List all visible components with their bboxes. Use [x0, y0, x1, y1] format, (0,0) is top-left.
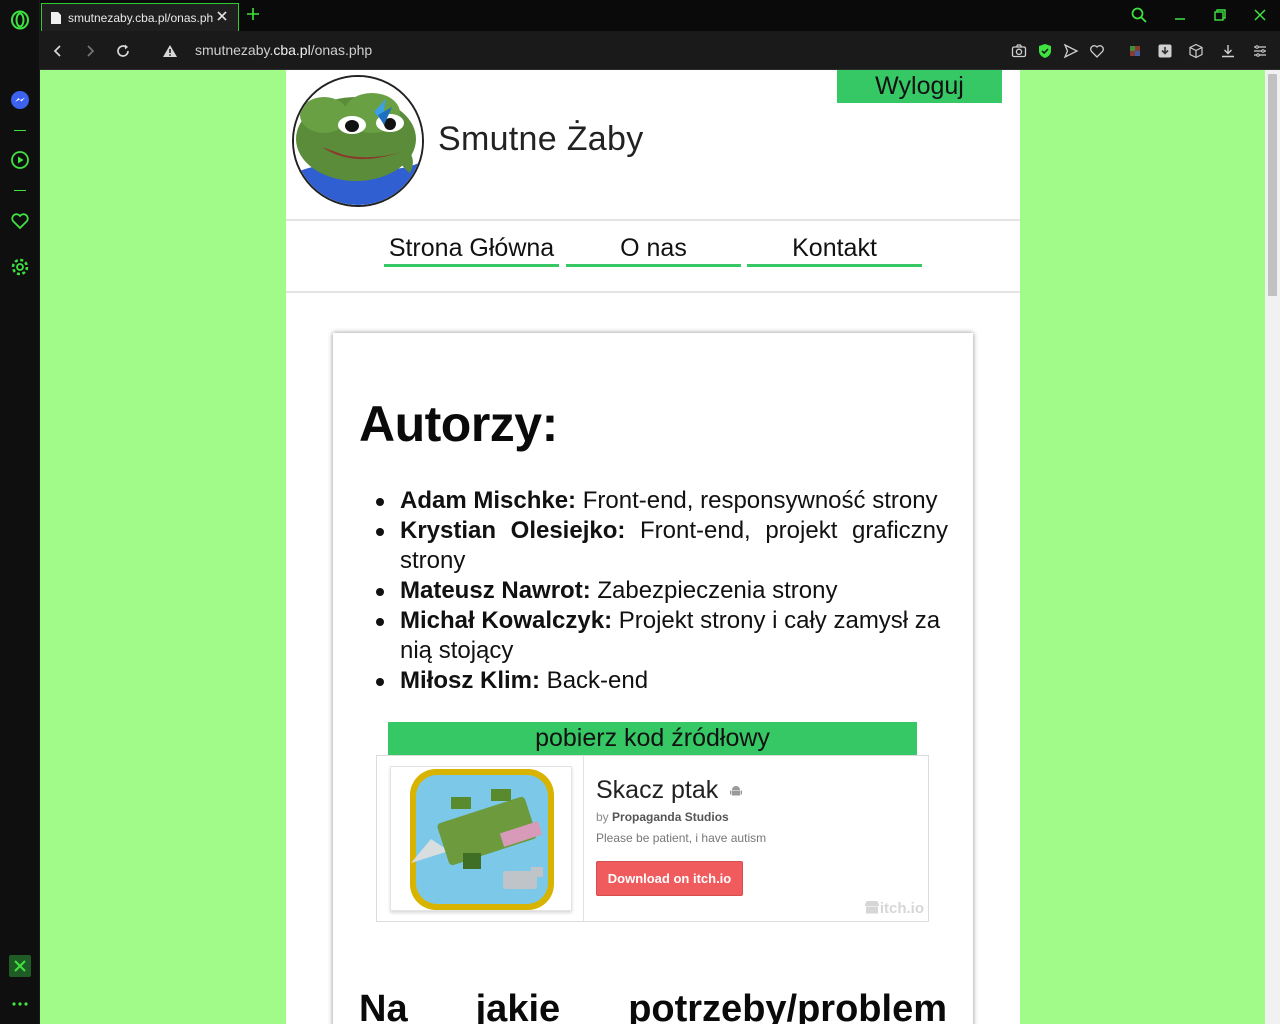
main-nav: Strona Główna O nas Kontakt — [286, 221, 1020, 293]
logout-button[interactable]: Wyloguj — [837, 70, 1002, 103]
game-author-line: by Propaganda Studios — [596, 810, 729, 824]
list-item: Miłosz Klim: Back-end — [376, 666, 948, 696]
nav-about[interactable]: O nas — [566, 233, 741, 267]
site-logo — [292, 75, 424, 207]
game-title[interactable]: Skacz ptak — [596, 776, 743, 805]
nav-home[interactable]: Strona Główna — [384, 233, 559, 267]
game-art-icon — [391, 767, 571, 910]
address-bar: smutnezaby.cba.pl/onas.php — [40, 31, 1280, 70]
warning-icon[interactable] — [160, 41, 180, 61]
itch-logo-icon — [864, 901, 879, 914]
authors-heading: Autorzy: — [359, 396, 558, 452]
forward-icon[interactable] — [80, 41, 100, 61]
list-item: Krystian Olesiejko: Front-end, projekt g… — [376, 516, 948, 576]
url-prefix: smutnezaby. — [195, 42, 274, 58]
game-title-text: Skacz ptak — [596, 776, 719, 804]
content-card: Autorzy: Adam Mischke: Front-end, respon… — [333, 333, 973, 1024]
authors-list: Adam Mischke: Front-end, responsywność s… — [376, 486, 948, 696]
game-thumbnail[interactable] — [390, 766, 572, 911]
page-viewport: Smutne Żaby Wyloguj Strona Główna O nas … — [40, 70, 1280, 1024]
download-itch-button[interactable]: Download on itch.io — [596, 861, 743, 896]
opera-logo-icon[interactable] — [9, 9, 31, 31]
game-description: Please be patient, i have autism — [596, 831, 767, 845]
send-icon[interactable] — [1061, 41, 1081, 61]
author-name: Miłosz Klim: — [400, 667, 541, 694]
list-item: Mateusz Nawrot: Zabezpieczenia strony — [376, 576, 948, 606]
itch-brand-text: itch.io — [879, 900, 924, 917]
bookmark-heart-icon[interactable] — [1087, 41, 1107, 61]
more-icon[interactable] — [9, 993, 31, 1015]
url-domain: cba.pl — [273, 42, 311, 58]
tab-strip: smutnezaby.cba.pl/onas.php — [40, 0, 1280, 31]
author-name: Michał Kowalczyk: — [400, 607, 613, 634]
box-icon[interactable] — [1186, 41, 1206, 61]
restore-icon[interactable] — [1210, 5, 1230, 25]
extension-icon[interactable] — [9, 955, 31, 977]
downloads-icon[interactable] — [1218, 41, 1238, 61]
android-icon — [730, 786, 743, 796]
itch-thumbnail-frame — [377, 756, 584, 921]
page-icon — [51, 11, 61, 24]
back-icon[interactable] — [48, 41, 68, 61]
messenger-icon[interactable] — [9, 89, 31, 111]
sidebar-separator — [14, 190, 26, 191]
author-role: Front-end, responsywność strony — [576, 487, 938, 514]
next-section-heading: Na jakie potrzeby/problem — [359, 988, 947, 1024]
nav-contact[interactable]: Kontakt — [747, 233, 922, 267]
download-source-button[interactable]: pobierz kod źródłowy — [388, 722, 917, 755]
adblock-shield-icon[interactable] — [1035, 41, 1055, 61]
minimize-icon[interactable] — [1170, 5, 1190, 25]
sad-frog-logo-icon — [294, 77, 422, 205]
download-ext-icon[interactable] — [1155, 41, 1175, 61]
page-scrollbar[interactable] — [1265, 70, 1280, 1024]
browser-sidebar — [0, 0, 40, 1024]
scrollbar-thumb[interactable] — [1268, 74, 1277, 296]
player-icon[interactable] — [9, 149, 31, 171]
author-name: Krystian Olesiejko: — [400, 517, 626, 544]
list-item: Adam Mischke: Front-end, responsywność s… — [376, 486, 948, 516]
tab-active[interactable]: smutnezaby.cba.pl/onas.php — [41, 3, 239, 31]
heart-icon[interactable] — [9, 210, 31, 232]
browser-window: smutnezaby.cba.pl/onas.php smutnezaby.cb… — [0, 0, 1280, 1024]
sidebar-separator — [14, 130, 26, 131]
itch-widget: Skacz ptak by Propaganda Studios Please … — [376, 755, 929, 922]
easy-setup-icon[interactable] — [1250, 41, 1270, 61]
url-path: /onas.php — [310, 42, 373, 58]
snapshot-icon[interactable] — [1009, 41, 1029, 61]
itch-brand[interactable]: itch.io — [864, 900, 924, 917]
by-prefix: by — [596, 810, 609, 824]
page-container: Smutne Żaby Wyloguj Strona Główna O nas … — [286, 70, 1020, 1024]
search-tabs-icon[interactable] — [1129, 5, 1149, 25]
extension-cube-icon[interactable] — [1125, 41, 1145, 61]
author-role: Zabezpieczenia strony — [590, 577, 838, 604]
url-field[interactable]: smutnezaby.cba.pl/onas.php — [195, 42, 372, 58]
new-tab-icon[interactable] — [244, 5, 262, 23]
site-title: Smutne Żaby — [438, 120, 644, 158]
site-header: Smutne Żaby Wyloguj — [286, 70, 1020, 221]
tab-title: smutnezaby.cba.pl/onas.php — [68, 10, 213, 25]
close-tab-icon[interactable] — [215, 9, 229, 23]
close-window-icon[interactable] — [1250, 5, 1270, 25]
reload-icon[interactable] — [113, 41, 133, 61]
author-name: Mateusz Nawrot: — [400, 577, 591, 604]
author-role: Back-end — [540, 667, 649, 694]
settings-icon[interactable] — [9, 256, 31, 278]
list-item: Michał Kowalczyk: Projekt strony i cały … — [376, 606, 948, 666]
author-name: Adam Mischke: — [400, 487, 577, 514]
game-author[interactable]: Propaganda Studios — [612, 810, 729, 824]
